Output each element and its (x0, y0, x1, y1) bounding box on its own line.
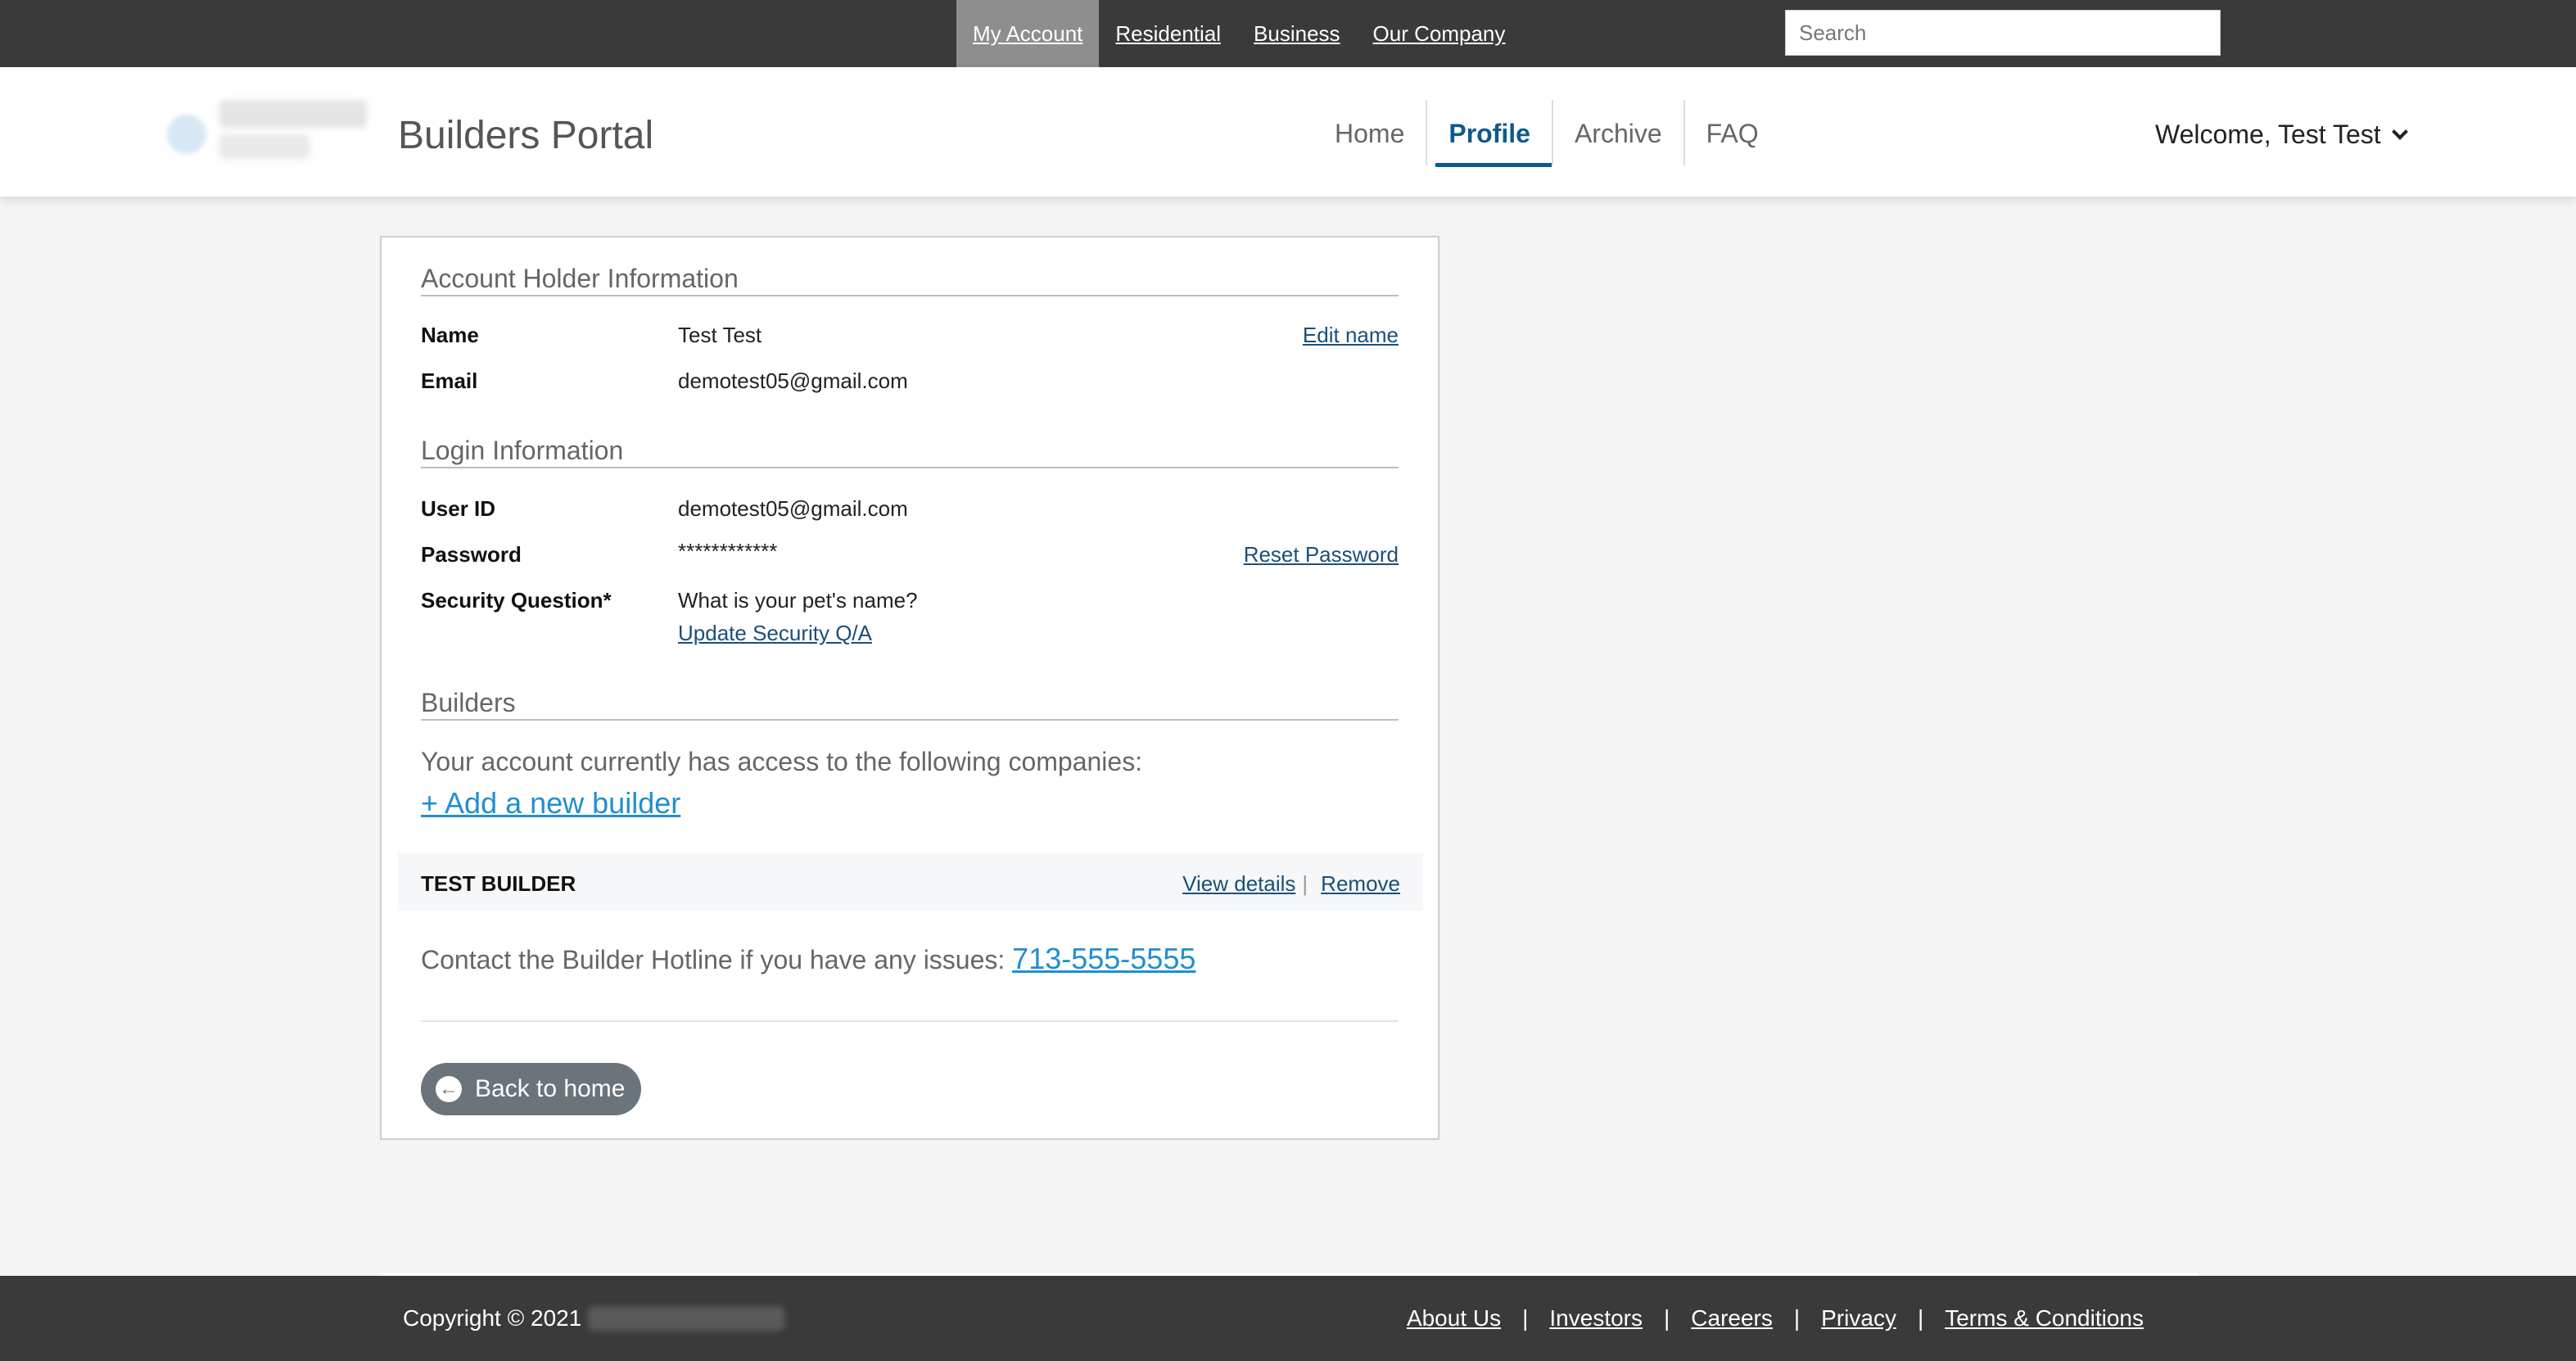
hotline-text: Contact the Builder Hotline if you have … (421, 942, 1195, 976)
utility-nav: My Account Residential Business Our Comp… (956, 0, 1522, 79)
nav-profile[interactable]: Profile (1426, 100, 1552, 167)
nav-home[interactable]: Home (1313, 100, 1426, 165)
security-question-label: Security Question* (421, 588, 612, 613)
logo-wordmark (219, 100, 367, 128)
section-title-builders: Builders (421, 688, 516, 717)
userid-label: User ID (421, 496, 496, 521)
footer-separator: | (1664, 1305, 1670, 1331)
card-divider (421, 1020, 1399, 1022)
name-label: Name (421, 323, 479, 347)
footer-link-about-us[interactable]: About Us (1407, 1305, 1501, 1332)
security-question-value: What is your pet's name? (678, 588, 918, 613)
back-to-home-label: Back to home (475, 1075, 626, 1102)
utility-nav-business[interactable]: Business (1237, 0, 1357, 67)
user-menu[interactable]: Welcome, Test Test (2155, 120, 2408, 150)
utility-nav-our-company[interactable]: Our Company (1357, 0, 1522, 67)
main-nav: Home Profile Archive FAQ (1313, 100, 1780, 167)
builder-name: TEST BUILDER (421, 871, 576, 896)
footer-separator: | (1793, 1305, 1801, 1331)
builder-actions: View details | Remove (1182, 871, 1400, 897)
footer-link-careers[interactable]: Careers (1691, 1305, 1773, 1332)
section-divider (421, 295, 1399, 296)
company-name-redacted (588, 1306, 785, 1331)
userid-value: demotest05@gmail.com (678, 496, 908, 521)
logo-wordmark-line2 (219, 134, 310, 159)
copyright-text: Copyright © 2021 (403, 1305, 582, 1331)
reset-password-link[interactable]: Reset Password (1244, 542, 1399, 567)
password-label: Password (421, 542, 522, 567)
page-title: Builders Portal (398, 114, 654, 157)
action-separator: | (1302, 871, 1308, 896)
footer-nav: About Us | Investors | Careers | Privacy… (1407, 1305, 2144, 1332)
password-value: ************ (678, 539, 778, 563)
back-to-home-button[interactable]: ← Back to home (421, 1063, 642, 1115)
view-details-link[interactable]: View details (1182, 871, 1295, 897)
section-divider (421, 467, 1399, 468)
footer-link-privacy[interactable]: Privacy (1821, 1305, 1896, 1332)
footer-link-investors[interactable]: Investors (1549, 1305, 1643, 1332)
hotline-phone-link[interactable]: 713-555-5555 (1012, 942, 1195, 975)
section-divider (421, 719, 1399, 721)
hotline-message: Contact the Builder Hotline if you have … (421, 945, 1006, 974)
utility-nav-residential[interactable]: Residential (1099, 0, 1237, 67)
company-logo[interactable] (167, 92, 378, 170)
nav-archive[interactable]: Archive (1551, 100, 1683, 165)
page-footer: Copyright © 2021 About Us | Investors | … (0, 1276, 2576, 1361)
email-label: Email (421, 369, 478, 393)
section-title-account-holder: Account Holder Information (421, 264, 739, 293)
footer-link-terms[interactable]: Terms & Conditions (1945, 1305, 2144, 1332)
remove-builder-link[interactable]: Remove (1321, 871, 1400, 897)
arrow-left-circle-icon: ← (436, 1076, 462, 1102)
nav-faq[interactable]: FAQ (1683, 100, 1780, 165)
copyright: Copyright © 2021 (403, 1305, 785, 1332)
builders-access-text: Your account currently has access to the… (421, 747, 1143, 776)
builder-row: TEST BUILDER View details | Remove (398, 853, 1423, 911)
email-value: demotest05@gmail.com (678, 369, 908, 393)
profile-card: Account Holder Information Name Test Tes… (380, 236, 1439, 1140)
chevron-down-icon (2391, 123, 2408, 140)
logo-mark-icon (167, 115, 206, 154)
update-security-link[interactable]: Update Security Q/A (678, 621, 872, 646)
search-input[interactable] (1785, 10, 2221, 56)
name-value: Test Test (678, 323, 762, 347)
footer-separator: | (1917, 1305, 1924, 1331)
welcome-text: Welcome, Test Test (2155, 120, 2381, 149)
footer-separator: | (1522, 1305, 1529, 1331)
utility-bar: My Account Residential Business Our Comp… (0, 0, 2576, 79)
utility-nav-my-account[interactable]: My Account (956, 0, 1100, 79)
edit-name-link[interactable]: Edit name (1303, 323, 1399, 348)
section-title-login: Login Information (421, 436, 624, 465)
portal-header: Builders Portal Home Profile Archive FAQ… (0, 67, 2576, 197)
add-builder-link[interactable]: + Add a new builder (421, 786, 680, 821)
